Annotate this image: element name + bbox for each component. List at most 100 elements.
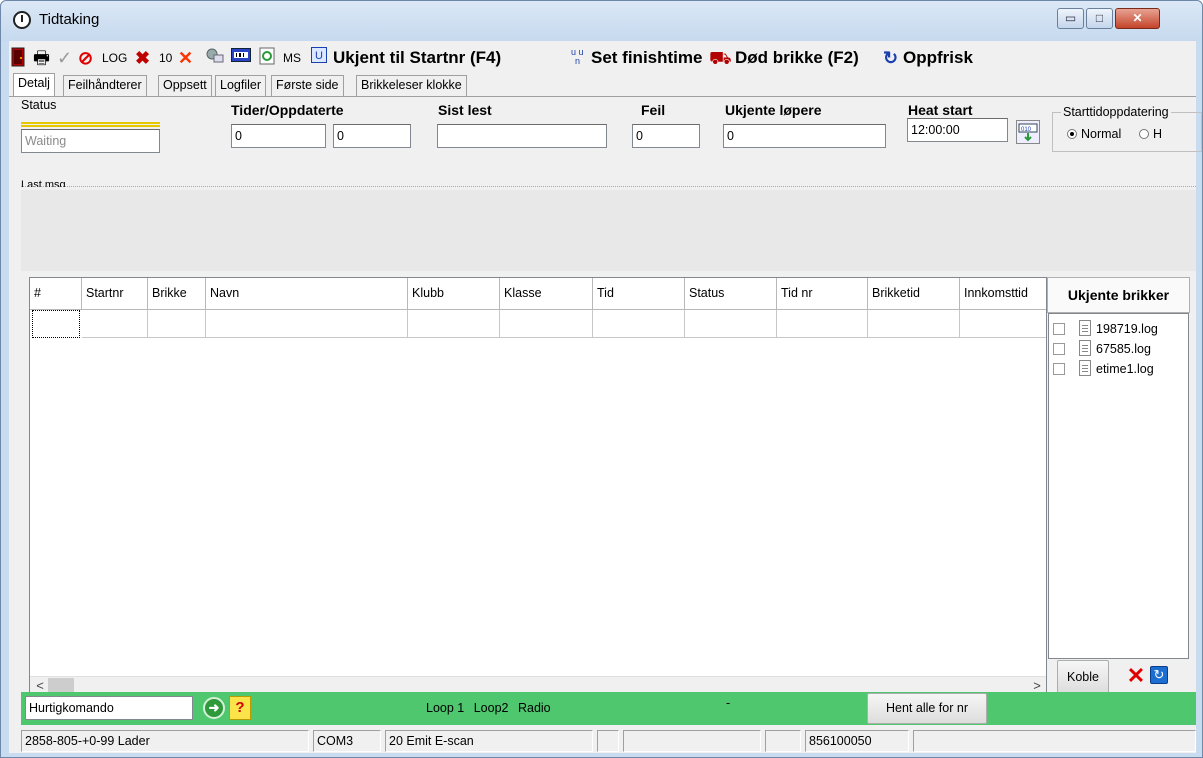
connect-button[interactable]: Koble bbox=[1057, 660, 1109, 694]
grid-cell[interactable] bbox=[593, 310, 685, 338]
column-header[interactable]: Startnr bbox=[82, 278, 148, 310]
column-header[interactable]: Brikke bbox=[148, 278, 206, 310]
grid-cell[interactable] bbox=[777, 310, 868, 338]
refresh-button[interactable]: Oppfrisk bbox=[903, 47, 973, 69]
help-icon[interactable]: ? bbox=[229, 696, 251, 720]
statusbar-cell bbox=[913, 730, 1196, 752]
last-msg-separator bbox=[21, 186, 1196, 187]
radio-normal-label: Normal bbox=[1081, 127, 1122, 141]
column-header[interactable]: Klubb bbox=[408, 278, 500, 310]
file-icon bbox=[1079, 340, 1091, 356]
refresh-arrow-icon[interactable]: ↻ bbox=[883, 47, 898, 69]
barcode-icon[interactable] bbox=[231, 47, 251, 69]
tab-detalj[interactable]: Detalj bbox=[13, 73, 55, 97]
unknown-runners-field[interactable]: 0 bbox=[723, 124, 886, 148]
grid-cell[interactable] bbox=[32, 310, 80, 338]
title-bar[interactable]: Tidtaking ▭ □ ✕ bbox=[1, 1, 1202, 41]
file-name: etime1.log bbox=[1096, 362, 1154, 376]
grid-cell[interactable] bbox=[408, 310, 500, 338]
ten-button[interactable]: 10 bbox=[159, 47, 172, 69]
svg-text:n: n bbox=[575, 56, 580, 65]
column-header[interactable]: # bbox=[30, 278, 82, 310]
statusbar-cell: 20 Emit E-scan bbox=[385, 730, 593, 752]
client-area: 🖶 ✓ ⊘ LOG ✖ 10 ✕ MS U Ukjent til Startnr… bbox=[9, 41, 1202, 753]
checkbox[interactable] bbox=[1053, 343, 1065, 355]
printer-icon[interactable]: 🖶 bbox=[33, 47, 50, 69]
door-icon[interactable] bbox=[11, 47, 25, 69]
check-icon[interactable]: ✓ bbox=[57, 47, 72, 69]
radio-other[interactable]: H bbox=[1139, 127, 1162, 141]
last-read-field[interactable] bbox=[437, 124, 607, 148]
grid-cell[interactable] bbox=[148, 310, 206, 338]
x-mark-icon[interactable]: ✖ bbox=[135, 47, 150, 69]
fetch-all-button[interactable]: Hent alle for nr bbox=[867, 693, 987, 724]
grid-cell[interactable] bbox=[685, 310, 777, 338]
log-button[interactable]: LOG bbox=[102, 47, 127, 69]
loop2-label: Loop2 bbox=[473, 701, 509, 715]
column-header[interactable]: Klasse bbox=[500, 278, 593, 310]
heat-start-field[interactable]: 12:00:00 bbox=[907, 118, 1008, 142]
checkbox[interactable] bbox=[1053, 323, 1065, 335]
minimize-button[interactable]: ▭ bbox=[1057, 8, 1084, 29]
command-bar: Hurtigkomando ➜ ? Loop 1 Loop2 Radio - H… bbox=[21, 692, 1196, 725]
checkbox[interactable] bbox=[1053, 363, 1065, 375]
unknown-tags-list[interactable]: 198719.log 67585.log etime1.log bbox=[1048, 313, 1189, 659]
heat-start-label: Heat start bbox=[908, 102, 973, 118]
grid-cell[interactable] bbox=[82, 310, 148, 338]
column-header[interactable]: Navn bbox=[206, 278, 408, 310]
reload-icon[interactable]: ↻ bbox=[1150, 666, 1168, 684]
scroll-thumb[interactable] bbox=[48, 678, 74, 693]
start-update-group: Starttidoppdatering Normal H bbox=[1052, 105, 1202, 152]
x-icon[interactable]: ✕ bbox=[178, 47, 193, 69]
file-name: 67585.log bbox=[1096, 342, 1151, 356]
statusbar-cell: COM3 bbox=[313, 730, 381, 752]
tab-logfiler[interactable]: Logfiler bbox=[215, 75, 266, 96]
go-arrow-icon[interactable]: ➜ bbox=[203, 697, 225, 719]
times-field[interactable]: 0 bbox=[231, 124, 326, 148]
set-finishtime-button[interactable]: Set finishtime bbox=[591, 47, 702, 69]
grid-cell[interactable] bbox=[206, 310, 408, 338]
column-header[interactable]: Status bbox=[685, 278, 777, 310]
column-header[interactable]: Tid bbox=[593, 278, 685, 310]
maximize-button[interactable]: □ bbox=[1086, 8, 1113, 29]
u-box-icon[interactable]: U bbox=[311, 47, 327, 69]
statusbar-cell bbox=[623, 730, 761, 752]
quick-command-input[interactable]: Hurtigkomando bbox=[25, 696, 193, 720]
last-msg-label: Last msg bbox=[21, 179, 66, 187]
unknown-runners-label: Ukjente løpere bbox=[725, 102, 822, 118]
delete-icon[interactable]: ✕ bbox=[1125, 665, 1147, 689]
error-field[interactable]: 0 bbox=[632, 124, 700, 148]
status-label: Status bbox=[21, 98, 57, 112]
loop1-label: Loop 1 bbox=[426, 701, 465, 715]
tab-feilhandterer[interactable]: Feilhåndterer bbox=[63, 75, 147, 96]
main-window: Tidtaking ▭ □ ✕ 🖶 ✓ ⊘ LOG ✖ 10 ✕ MS U Uk… bbox=[0, 0, 1203, 758]
grid-cell[interactable] bbox=[960, 310, 1046, 338]
unknown-to-startnr-button[interactable]: Ukjent til Startnr (F4) bbox=[333, 47, 501, 69]
finish-arrows-icon[interactable]: u un bbox=[571, 47, 587, 69]
grid-cell[interactable] bbox=[868, 310, 960, 338]
tab-oppsett[interactable]: Oppsett bbox=[158, 75, 212, 96]
column-header[interactable]: Brikketid bbox=[868, 278, 960, 310]
dead-tag-button[interactable]: Død brikke (F2) bbox=[735, 47, 859, 69]
radio-label: Radio bbox=[517, 701, 551, 715]
car-crash-icon[interactable]: ⛟ bbox=[709, 47, 732, 69]
toolbar: 🖶 ✓ ⊘ LOG ✖ 10 ✕ MS U Ukjent til Startnr… bbox=[9, 41, 1196, 73]
tab-forste-side[interactable]: Første side bbox=[271, 75, 344, 96]
close-button[interactable]: ✕ bbox=[1115, 8, 1160, 29]
column-header[interactable]: Tid nr bbox=[777, 278, 868, 310]
status-panel: Status Waiting Tider/Oppdaterte 0 0 Sist… bbox=[9, 96, 1202, 271]
updated-field[interactable]: 0 bbox=[333, 124, 411, 148]
radio-normal[interactable]: Normal bbox=[1067, 127, 1121, 141]
grid-cell[interactable] bbox=[500, 310, 593, 338]
refresh-doc-icon[interactable] bbox=[259, 47, 275, 69]
loop-indicators: Loop 1 Loop2 Radio bbox=[426, 701, 557, 715]
column-header[interactable]: Innkomsttid bbox=[960, 278, 1046, 310]
set-heat-start-icon[interactable]: 010 bbox=[1016, 120, 1040, 144]
network-icon[interactable] bbox=[205, 47, 225, 69]
tab-brikkeleser-klokke[interactable]: Brikkeleser klokke bbox=[356, 75, 467, 96]
last-read-label: Sist lest bbox=[438, 102, 492, 118]
ms-button[interactable]: MS bbox=[283, 47, 301, 69]
no-entry-icon[interactable]: ⊘ bbox=[78, 47, 93, 69]
results-grid[interactable]: # Startnr Brikke Navn Klubb Klasse Tid S… bbox=[29, 277, 1047, 695]
unknown-tags-header[interactable]: Ukjente brikker bbox=[1047, 277, 1190, 313]
